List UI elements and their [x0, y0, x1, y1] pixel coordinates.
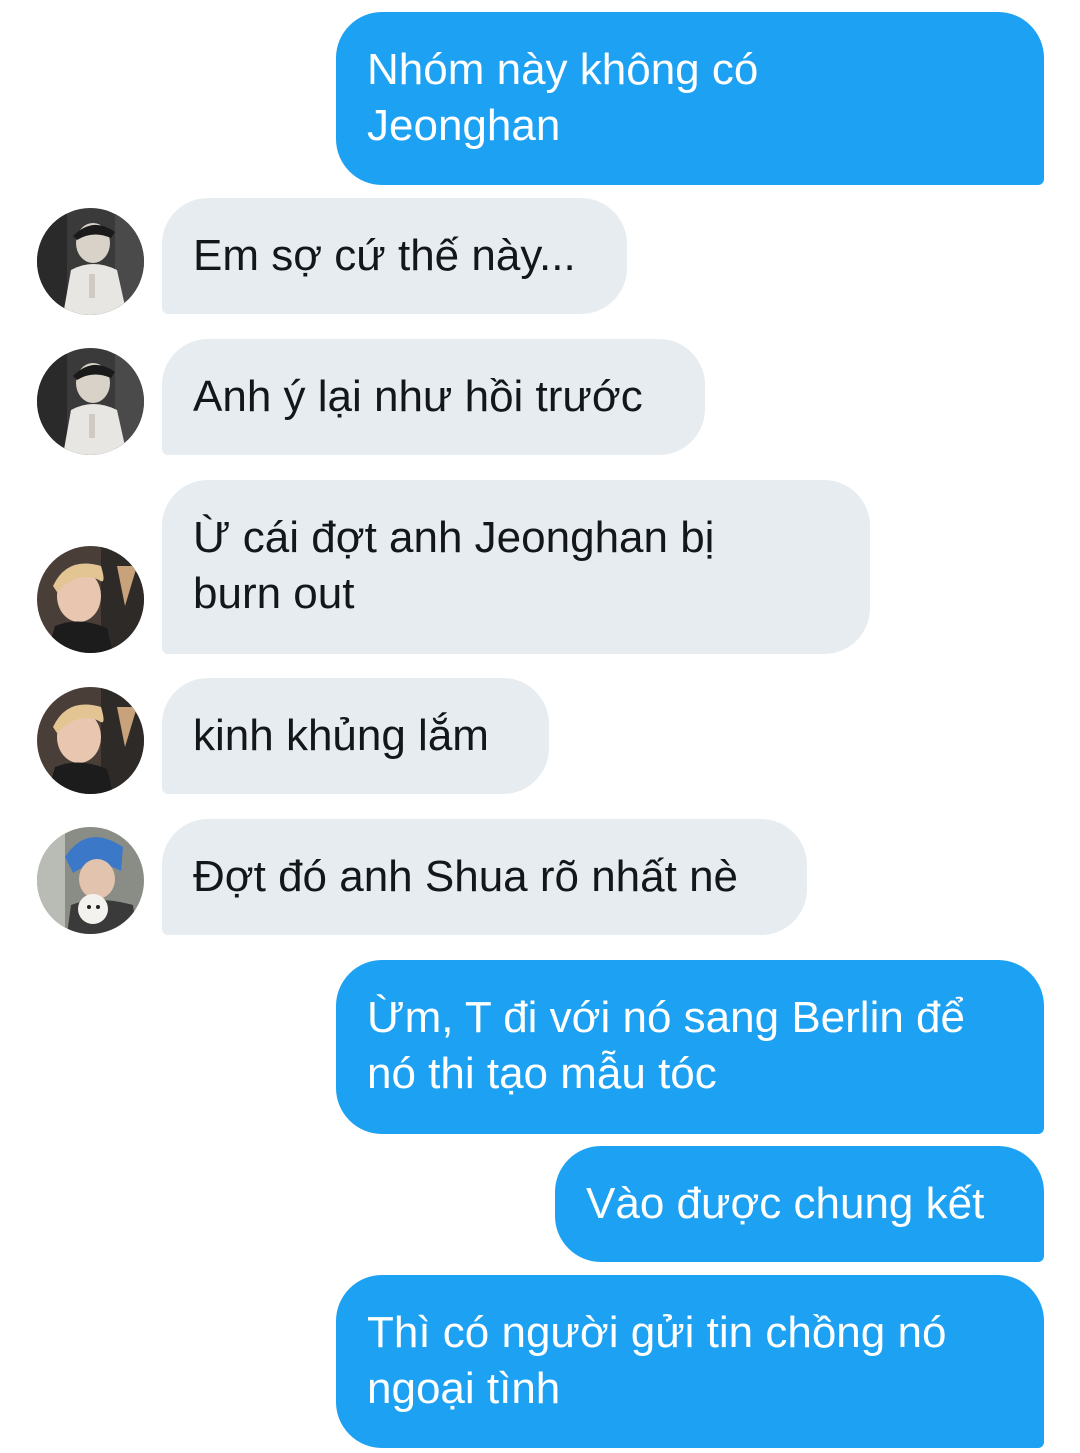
incoming-message-bubble[interactable]: Em sợ cứ thế này... — [162, 198, 627, 314]
avatar-black-hat-icon — [37, 208, 144, 315]
user-avatar[interactable] — [37, 546, 144, 653]
incoming-message-bubble[interactable]: kinh khủng lắm — [162, 678, 549, 794]
chat-thread: Nhóm này không có Jeonghan Em sợ cứ thế … — [0, 0, 1080, 1453]
outgoing-message-bubble[interactable]: Nhóm này không có Jeonghan — [336, 12, 1044, 185]
outgoing-message-bubble[interactable]: Thì có người gửi tin chồng nó ngoại tình — [336, 1275, 1044, 1448]
outgoing-message-bubble[interactable]: Vào được chung kết — [555, 1146, 1044, 1262]
avatar-blonde-icon — [37, 546, 144, 653]
user-avatar[interactable] — [37, 827, 144, 934]
user-avatar[interactable] — [37, 348, 144, 455]
incoming-message-bubble[interactable]: Đợt đó anh Shua rõ nhất nè — [162, 819, 807, 935]
avatar-blonde-icon — [37, 687, 144, 794]
outgoing-message-bubble[interactable]: Ừm, T đi với nó sang Berlin để nó thi tạ… — [336, 960, 1044, 1134]
avatar-black-hat-icon — [37, 348, 144, 455]
user-avatar[interactable] — [37, 208, 144, 315]
user-avatar[interactable] — [37, 687, 144, 794]
avatar-blue-hair-dog-icon — [37, 827, 144, 934]
incoming-message-bubble[interactable]: Ừ cái đợt anh Jeonghan bị burn out — [162, 480, 870, 654]
incoming-message-bubble[interactable]: Anh ý lại như hồi trước — [162, 339, 705, 455]
